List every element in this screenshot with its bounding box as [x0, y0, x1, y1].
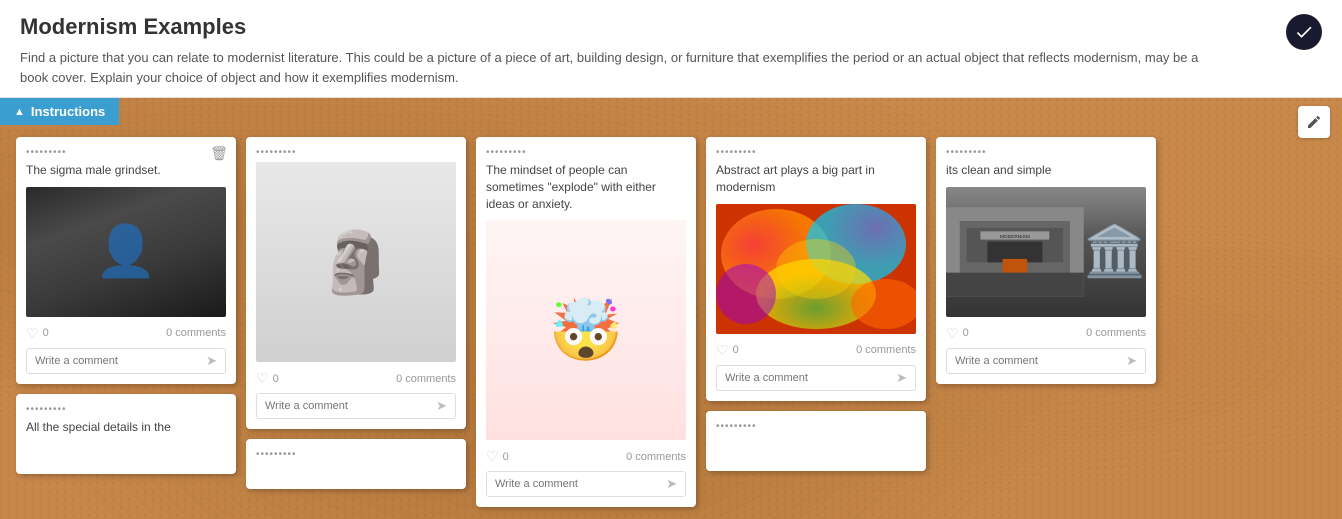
- corkboard: ▲ Instructions ••••••••• 🗑 The sigma mal…: [0, 98, 1342, 519]
- card-b2: •••••••••: [246, 439, 466, 489]
- card-2-actions: ♡ 0 0 comments: [256, 370, 456, 387]
- card-4: ••••••••• Abstract art plays a big part …: [706, 137, 926, 401]
- card-1-likes[interactable]: ♡ 0: [26, 325, 49, 342]
- complete-button[interactable]: [1286, 14, 1322, 50]
- card-1-image: [26, 187, 226, 317]
- heart-icon: ♡: [26, 325, 39, 342]
- card-3-image: [486, 220, 686, 440]
- card-1-actions: ♡ 0 0 comments: [26, 325, 226, 342]
- card-2-like-count: 0: [273, 373, 279, 385]
- card-4-likes[interactable]: ♡ 0: [716, 342, 739, 359]
- card-b1: ••••••••• All the special details in the: [16, 394, 236, 474]
- card-column-5: ••••••••• its clean and simple MODERNISM: [936, 137, 1156, 507]
- svg-text:MODERNISM: MODERNISM: [1000, 234, 1030, 240]
- card-2-send-icon[interactable]: ➤: [436, 398, 447, 414]
- card-1-text: The sigma male grindset.: [26, 162, 226, 179]
- card-5-send-icon[interactable]: ➤: [1126, 353, 1137, 369]
- card-3-like-count: 0: [503, 451, 509, 463]
- card-4-like-count: 0: [733, 344, 739, 356]
- card-5-comment-row[interactable]: ➤: [946, 348, 1146, 374]
- heart-icon-3: ♡: [486, 448, 499, 465]
- card-5: ••••••••• its clean and simple MODERNISM: [936, 137, 1156, 384]
- card-2: ••••••••• ♡ 0 0 comments ➤: [246, 137, 466, 429]
- card-4-image: [716, 204, 916, 334]
- card-1-like-count: 0: [43, 327, 49, 339]
- card-b4: •••••••••: [706, 411, 926, 471]
- card-5-image: MODERNISM: [946, 187, 1146, 317]
- card-1-send-icon[interactable]: ➤: [206, 353, 217, 369]
- card-5-comments-count: 0 comments: [1086, 327, 1146, 339]
- card-b1-text: All the special details in the: [26, 419, 226, 436]
- card-4-send-icon[interactable]: ➤: [896, 370, 907, 386]
- card-2-comments-count: 0 comments: [396, 373, 456, 385]
- card-1-comments-count: 0 comments: [166, 327, 226, 339]
- card-2-image: [256, 162, 456, 362]
- card-3-comment-row[interactable]: ➤: [486, 471, 686, 497]
- card-column-4: ••••••••• Abstract art plays a big part …: [706, 137, 926, 507]
- card-3-send-icon[interactable]: ➤: [666, 476, 677, 492]
- card-1-delete-icon[interactable]: 🗑: [210, 145, 228, 162]
- card-1: ••••••••• 🗑 The sigma male grindset. ♡ 0…: [16, 137, 236, 384]
- card-4-text: Abstract art plays a big part in moderni…: [716, 162, 916, 196]
- card-1-comment-row[interactable]: ➤: [26, 348, 226, 374]
- card-4-comments-count: 0 comments: [856, 344, 916, 356]
- card-3: ••••••••• The mindset of people can some…: [476, 137, 696, 507]
- card-3-actions: ♡ 0 0 comments: [486, 448, 686, 465]
- card-5-like-count: 0: [963, 327, 969, 339]
- card-1-comment-input[interactable]: [35, 355, 206, 367]
- card-column-1: ••••••••• 🗑 The sigma male grindset. ♡ 0…: [16, 137, 236, 507]
- card-b4-dots: •••••••••: [716, 421, 916, 432]
- card-3-comment-input[interactable]: [495, 478, 666, 490]
- heart-icon-2: ♡: [256, 370, 269, 387]
- card-5-actions: ♡ 0 0 comments: [946, 325, 1146, 342]
- card-2-likes[interactable]: ♡ 0: [256, 370, 279, 387]
- card-5-text: its clean and simple: [946, 162, 1146, 179]
- card-3-likes[interactable]: ♡ 0: [486, 448, 509, 465]
- card-2-dots: •••••••••: [256, 147, 456, 158]
- card-5-comment-input[interactable]: [955, 355, 1126, 367]
- card-2-comment-input[interactable]: [265, 400, 436, 412]
- card-1-dots: •••••••••: [26, 147, 226, 158]
- card-column-2: ••••••••• ♡ 0 0 comments ➤ •••••••••: [246, 137, 466, 507]
- card-b2-dots: •••••••••: [256, 449, 456, 460]
- card-b1-dots: •••••••••: [26, 404, 226, 415]
- heart-icon-4: ♡: [716, 342, 729, 359]
- card-3-comments-count: 0 comments: [626, 451, 686, 463]
- instructions-bar[interactable]: ▲ Instructions: [0, 98, 119, 125]
- card-4-comment-row[interactable]: ➤: [716, 365, 916, 391]
- instructions-arrow-icon: ▲: [14, 106, 25, 118]
- heart-icon-5: ♡: [946, 325, 959, 342]
- page-header: Modernism Examples Find a picture that y…: [0, 0, 1342, 98]
- card-3-dots: •••••••••: [486, 147, 686, 158]
- card-4-actions: ♡ 0 0 comments: [716, 342, 916, 359]
- card-column-3: ••••••••• The mindset of people can some…: [476, 137, 696, 507]
- card-5-likes[interactable]: ♡ 0: [946, 325, 969, 342]
- card-4-comment-input[interactable]: [725, 372, 896, 384]
- card-4-dots: •••••••••: [716, 147, 916, 158]
- edit-button[interactable]: [1298, 106, 1330, 138]
- cards-container: ••••••••• 🗑 The sigma male grindset. ♡ 0…: [0, 125, 1342, 519]
- instructions-label: Instructions: [31, 104, 105, 119]
- card-3-text: The mindset of people can sometimes "exp…: [486, 162, 686, 212]
- card-5-dots: •••••••••: [946, 147, 1146, 158]
- page-title: Modernism Examples: [20, 14, 1220, 40]
- card-2-comment-row[interactable]: ➤: [256, 393, 456, 419]
- page-description: Find a picture that you can relate to mo…: [20, 48, 1220, 87]
